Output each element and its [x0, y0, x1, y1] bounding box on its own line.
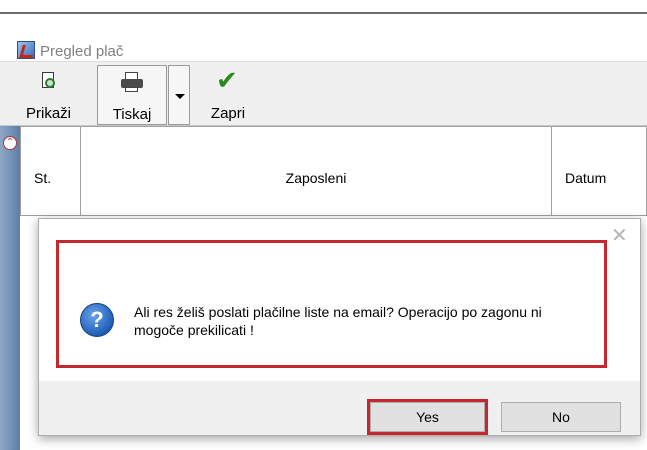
toolbar: Prikaži Tiskaj ✔ Zapri	[0, 61, 647, 126]
column-header-label: Datum	[565, 170, 607, 186]
close-icon[interactable]: ✕	[611, 226, 628, 246]
app-icon	[17, 41, 35, 59]
checkmark-icon: ✔	[216, 65, 238, 95]
dialog-message: Ali res želiš poslati plačilne liste na …	[134, 304, 542, 338]
column-header-st[interactable]: St.	[21, 127, 81, 215]
column-header-label: St.	[34, 170, 52, 186]
caret-down-icon	[175, 94, 185, 99]
window-top-edge	[0, 0, 647, 14]
dialog-message-area: ✕ ? Ali res želiš poslati plačilne liste…	[39, 219, 640, 381]
title-bar: Pregled plač	[0, 16, 647, 61]
grid-header: St. Zaposleni Datum	[20, 126, 647, 216]
question-icon: ?	[80, 303, 114, 337]
column-header-label: Zaposleni	[285, 170, 347, 186]
prikazi-button[interactable]: Prikaži	[10, 65, 87, 125]
printer-icon	[121, 72, 143, 92]
prikazi-label: Prikaži	[25, 105, 71, 122]
preview-icon	[40, 72, 58, 92]
confirm-dialog: ✕ ? Ali res želiš poslati plačilne liste…	[38, 218, 641, 436]
print-dropdown-button[interactable]	[168, 65, 190, 125]
column-header-zaposleni[interactable]: Zaposleni	[81, 127, 552, 215]
yes-button[interactable]: Yes	[370, 402, 485, 432]
column-header-datum[interactable]: Datum	[552, 127, 647, 215]
window-title: Pregled plač	[40, 43, 124, 60]
collapse-up-icon[interactable]: ⌃	[3, 136, 17, 150]
grid-side-strip: ⌃	[0, 126, 20, 450]
tiskaj-button[interactable]: Tiskaj	[97, 65, 167, 125]
tiskaj-label: Tiskaj	[112, 106, 152, 123]
no-button[interactable]: No	[501, 402, 621, 432]
zapri-button[interactable]: ✔ Zapri	[198, 65, 258, 125]
zapri-label: Zapri	[210, 105, 246, 122]
